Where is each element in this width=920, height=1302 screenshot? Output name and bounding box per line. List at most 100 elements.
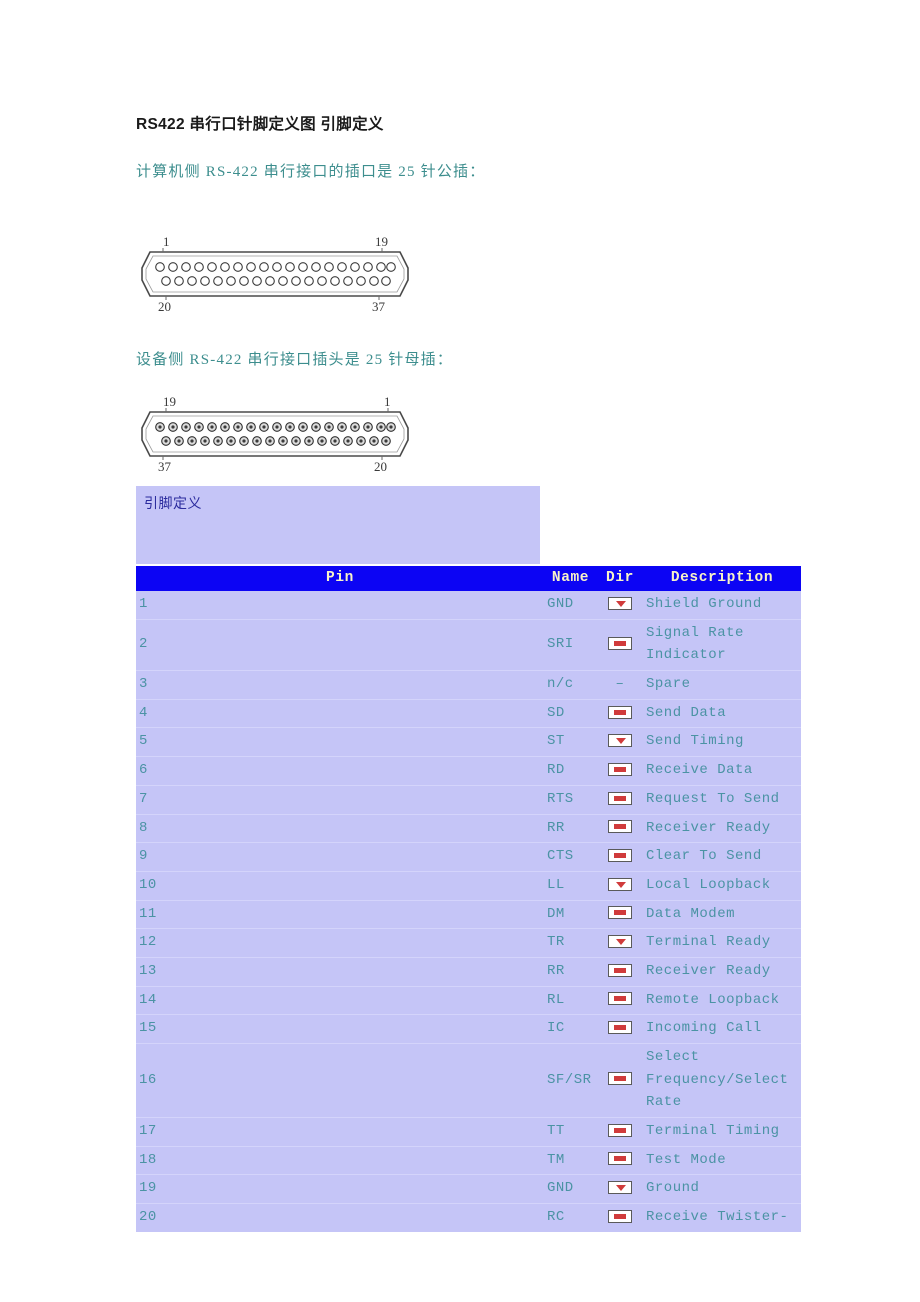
column-header-name: Name: [544, 566, 597, 592]
pin-label-top-left: 19: [163, 394, 176, 409]
direction-arrow-icon: [608, 705, 632, 719]
cell-description: Clear To Send: [643, 842, 801, 872]
connector-diagram-computer-side: 1 19 20 37: [136, 232, 414, 319]
cell-pin: 19: [136, 1174, 544, 1204]
cell-name: RD: [544, 756, 597, 786]
table-row: 1 GND Shield Ground: [136, 591, 801, 620]
cell-pin: 6: [136, 756, 544, 786]
direction-arrow-icon: [608, 1123, 632, 1137]
column-header-pin: Pin: [136, 566, 544, 592]
cell-pin: 4: [136, 698, 544, 728]
cell-name: RC: [544, 1202, 597, 1232]
cell-name: RTS: [544, 784, 597, 814]
cell-dir: [597, 928, 643, 958]
cell-pin: 7: [136, 784, 544, 814]
document-page: RS422 串行口针脚定义图 引脚定义 计算机侧 RS-422 串行接口的插口是…: [0, 0, 920, 1302]
pin-definition-table: Pin Name Dir Description 1 GND Shield Grou…: [136, 566, 801, 1232]
table-row: 10 LL Local Loopback: [136, 870, 801, 901]
cell-dir: [597, 1145, 643, 1175]
cell-description: Send Data: [643, 698, 801, 728]
cell-description: Receiver Ready: [643, 813, 801, 843]
direction-arrow-icon: [608, 1021, 632, 1034]
direction-arrow-icon: [608, 762, 632, 776]
pin-label-bottom-left: 37: [158, 459, 172, 474]
direction-arrow-icon: [608, 1209, 632, 1223]
cell-dir: [597, 784, 643, 814]
cell-name: IC: [544, 1014, 597, 1044]
cell-description: Receive Twister-: [643, 1202, 801, 1232]
direction-arrow-icon: [608, 1152, 632, 1166]
pin-label-bottom-right: 37: [372, 299, 386, 314]
cell-description: Terminal Timing: [643, 1116, 801, 1147]
table-row: 11 DM Data Modem: [136, 899, 801, 929]
direction-arrow-icon: [608, 636, 632, 650]
direction-arrow-down-icon: [608, 596, 632, 610]
cell-pin: 3: [136, 670, 544, 700]
cell-dir: [597, 813, 643, 843]
cell-name: GND: [544, 591, 597, 620]
subtitle-computer-side: 计算机侧 RS-422 串行接口的插口是 25 针公插：: [136, 164, 486, 180]
cell-dir: [597, 1014, 643, 1044]
cell-description: Receiver Ready: [643, 956, 801, 987]
cell-pin: 5: [136, 727, 544, 757]
cell-name: DM: [544, 899, 597, 929]
cell-name: RR: [544, 813, 597, 843]
direction-arrow-down-icon: [608, 934, 632, 948]
table-body: 1 GND Shield Ground 2 SRI Signal Rate Indicat…: [136, 591, 801, 1232]
cell-pin: 8: [136, 813, 544, 843]
cell-name: GND: [544, 1174, 597, 1204]
cell-pin: 17: [136, 1116, 544, 1147]
cell-pin: 16: [136, 1042, 544, 1118]
cell-description: Remote Loopback: [643, 985, 801, 1015]
table-row: 15 IC Incoming Call: [136, 1014, 801, 1044]
cell-name: RL: [544, 985, 597, 1015]
connector-diagram-device-side: 19 1 37 20: [136, 392, 414, 479]
cell-dir: [597, 956, 643, 987]
cell-name: RR: [544, 956, 597, 987]
table-row: 3 n/c – Spare: [136, 670, 801, 700]
cell-pin: 2: [136, 618, 544, 671]
cell-description: Spare: [643, 670, 801, 700]
cell-pin: 15: [136, 1014, 544, 1044]
cell-description: Data Modem: [643, 899, 801, 929]
cell-pin: 13: [136, 956, 544, 987]
cell-name: TM: [544, 1145, 597, 1175]
cell-dir: [597, 1042, 643, 1118]
cell-dir: [597, 985, 643, 1015]
cell-dir: [597, 870, 643, 901]
cell-name: n/c: [544, 670, 597, 700]
cell-description: Terminal Ready: [643, 928, 801, 958]
cell-name: ST: [544, 727, 597, 757]
cell-description: Incoming Call: [643, 1014, 801, 1044]
pin-label-top-right: 19: [375, 234, 388, 249]
pin-definition-table-wrapper: Pin Name Dir Description 1 GND Shield Grou…: [136, 566, 801, 1232]
cell-name: SD: [544, 698, 597, 728]
cell-dir: [597, 591, 643, 620]
column-header-dir: Dir: [597, 566, 643, 592]
table-row: 9 CTS Clear To Send: [136, 842, 801, 872]
cell-pin: 11: [136, 899, 544, 929]
cell-description: Request To Send: [643, 784, 801, 814]
direction-arrow-icon: [608, 848, 632, 862]
table-caption-box: 引脚定义: [136, 486, 540, 564]
cell-pin: 1: [136, 591, 544, 620]
direction-arrow-icon: [608, 791, 632, 805]
connector-shell: [141, 251, 409, 297]
table-row: 18 TM Test Mode: [136, 1145, 801, 1175]
table-head: Pin Name Dir Description: [136, 566, 801, 592]
cell-dir: [597, 1116, 643, 1147]
direction-arrow-down-icon: [608, 877, 632, 891]
pin-label-top-left: 1: [163, 234, 170, 249]
table-row: 2 SRI Signal Rate Indicator: [136, 618, 801, 671]
cell-dir: [597, 899, 643, 929]
cell-pin: 14: [136, 985, 544, 1015]
cell-name: LL: [544, 870, 597, 901]
cell-name: TT: [544, 1116, 597, 1147]
cell-description: Signal Rate Indicator: [643, 618, 801, 671]
table-row: 13 RR Receiver Ready: [136, 956, 801, 987]
table-row: 8 RR Receiver Ready: [136, 813, 801, 843]
table-row: 14 RL Remote Loopback: [136, 985, 801, 1015]
pin-label-top-right: 1: [384, 394, 391, 409]
direction-arrow-icon: [608, 992, 632, 1006]
table-row: 6 RD Receive Data: [136, 756, 801, 786]
